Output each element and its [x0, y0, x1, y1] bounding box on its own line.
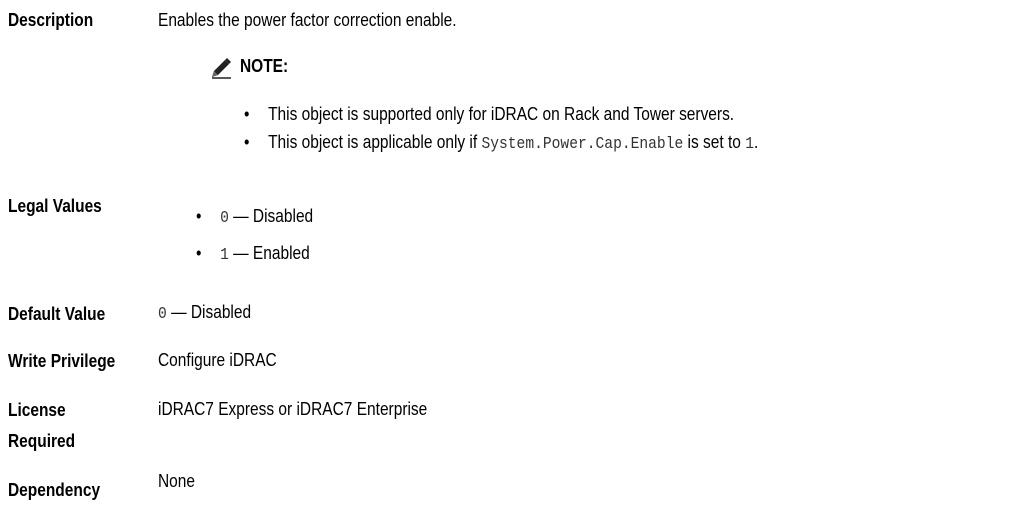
dependency-value: None [158, 471, 196, 491]
description-label: Description [8, 10, 94, 30]
description-text: Enables the power factor correction enab… [158, 10, 457, 30]
note-bullet: • This object is supported only for iDRAC… [244, 104, 735, 124]
write-privilege-label: Write Privilege [8, 351, 116, 371]
inline-code: 1 [745, 135, 754, 154]
attribute-table: Description Enables the power factor cor… [0, 0, 1012, 509]
legal-values-label: Legal Values [8, 196, 102, 216]
default-value-label: Default Value [8, 304, 106, 324]
note-title: NOTE: [240, 56, 289, 76]
license-required-value: iDRAC7 Express or iDRAC7 Enterprise [158, 399, 428, 419]
legal-value-item: • 0 — Disabled [196, 206, 314, 228]
note-bullet: • This object is applicable only if Syste… [244, 132, 759, 154]
legal-value-item: • 1 — Enabled [196, 243, 310, 265]
write-privilege-value: Configure iDRAC [158, 350, 277, 370]
pencil-note-icon [211, 58, 231, 79]
inline-code: System.Power.Cap.Enable [481, 135, 684, 154]
license-required-label: License Required [8, 400, 76, 451]
dependency-label: Dependency [8, 480, 101, 500]
default-value: 0 — Disabled [158, 302, 252, 324]
